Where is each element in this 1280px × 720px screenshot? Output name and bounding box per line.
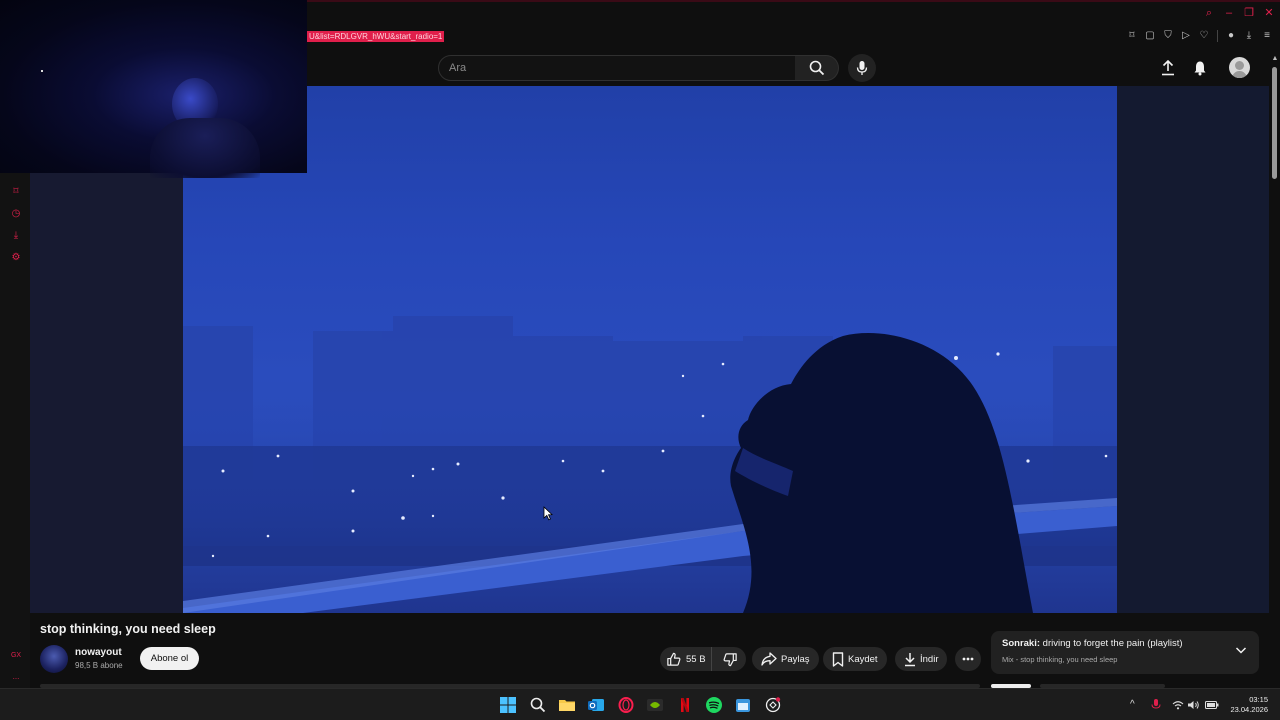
file-explorer-icon[interactable] bbox=[559, 697, 575, 713]
pin-icon[interactable]: ⌑ bbox=[10, 186, 22, 198]
ambient-right bbox=[1117, 86, 1269, 613]
divider bbox=[1217, 30, 1218, 42]
mic-icon bbox=[856, 61, 868, 75]
notifications-button[interactable] bbox=[1190, 58, 1210, 78]
play-icon[interactable]: ▷ bbox=[1181, 30, 1191, 42]
search-icon bbox=[809, 60, 824, 76]
volume-icon[interactable] bbox=[1188, 700, 1200, 710]
mic-icon[interactable] bbox=[1151, 699, 1161, 711]
bell-icon bbox=[1194, 61, 1206, 76]
taskbar: ^ 03:15 23.04.2026 bbox=[0, 688, 1280, 720]
download-icon[interactable]: ⤓ bbox=[10, 230, 22, 242]
next-up-line: Sonraki: driving to forget the pain (pla… bbox=[1002, 638, 1183, 649]
clock-time: 03:15 bbox=[1249, 695, 1268, 704]
opera-gx-icon[interactable] bbox=[618, 697, 634, 713]
chevron-up-icon[interactable]: ^ bbox=[1130, 699, 1135, 710]
menu-icon[interactable]: ≡ bbox=[1262, 30, 1272, 42]
like-dislike-group: 55 B bbox=[660, 647, 746, 671]
snapshot-icon[interactable]: ▢ bbox=[1145, 30, 1155, 42]
dislike-button[interactable] bbox=[716, 647, 746, 671]
webcam-overlay bbox=[0, 0, 307, 178]
url-selection[interactable]: U&list=RDLGVR_hWU&start_radio=1 bbox=[307, 31, 445, 42]
profile-icon[interactable]: ● bbox=[1226, 30, 1236, 42]
clock-date: 23.04.2026 bbox=[1230, 705, 1268, 714]
scroll-thumb[interactable] bbox=[1272, 67, 1277, 179]
next-up-subtitle: Mix - stop thinking, you need sleep bbox=[1002, 655, 1118, 664]
system-clock[interactable]: 03:15 23.04.2026 bbox=[1230, 695, 1268, 715]
nvidia-icon[interactable] bbox=[647, 697, 663, 713]
restore-icon[interactable]: ❐ bbox=[1244, 8, 1254, 19]
pin-icon[interactable]: ⌑ bbox=[1127, 30, 1137, 42]
search-input[interactable] bbox=[439, 56, 779, 80]
screen: ⌕ – ❐ ✕ U&list=RDLGVR_hWU&start_radio=1 … bbox=[0, 0, 1280, 720]
next-up-title[interactable]: driving to forget the pain (playlist) bbox=[1043, 638, 1183, 649]
netflix-icon[interactable] bbox=[677, 697, 693, 713]
search-icon[interactable] bbox=[530, 697, 546, 713]
next-up-panel[interactable]: Sonraki: driving to forget the pain (pla… bbox=[991, 631, 1259, 674]
wifi-icon[interactable] bbox=[1172, 700, 1184, 710]
clock-icon[interactable]: ◷ bbox=[10, 208, 22, 220]
close-icon[interactable]: ✕ bbox=[1264, 8, 1274, 19]
save-button[interactable]: Kaydet bbox=[823, 647, 887, 671]
avatar[interactable] bbox=[1229, 57, 1250, 78]
download-label: İndir bbox=[920, 653, 939, 665]
thumbs-up-icon bbox=[667, 652, 681, 666]
channel-avatar[interactable] bbox=[40, 645, 68, 673]
thumbs-down-icon bbox=[723, 652, 738, 666]
share-label: Paylaş bbox=[781, 653, 810, 665]
extension-bar: ⌑ ▢ ⛉ ▷ ♡ ● ⤓ ≡ bbox=[1127, 30, 1272, 42]
window-controls: ⌕ – ❐ ✕ bbox=[1204, 8, 1274, 19]
heart-icon[interactable]: ♡ bbox=[1199, 30, 1209, 42]
chatgpt-icon[interactable] bbox=[765, 697, 781, 713]
shield-icon[interactable]: ⛉ bbox=[1163, 30, 1173, 42]
download-icon bbox=[905, 652, 915, 666]
search-box bbox=[438, 55, 796, 81]
search-icon[interactable]: ⌕ bbox=[1204, 8, 1214, 19]
calendar-icon[interactable] bbox=[735, 697, 751, 713]
upload-button[interactable] bbox=[1158, 58, 1178, 78]
save-label: Kaydet bbox=[848, 653, 878, 665]
like-button[interactable]: 55 B bbox=[660, 647, 712, 671]
video-title: stop thinking, you need sleep bbox=[40, 622, 216, 636]
video-player[interactable] bbox=[183, 86, 1117, 613]
upload-icon bbox=[1162, 60, 1174, 76]
minimize-icon[interactable]: – bbox=[1224, 8, 1234, 19]
voice-search-button[interactable] bbox=[848, 54, 876, 82]
windows-start-icon[interactable] bbox=[500, 697, 516, 713]
video-frame bbox=[183, 316, 1117, 613]
outlook-icon[interactable] bbox=[588, 697, 604, 713]
subscribe-button[interactable]: Abone ol bbox=[140, 647, 199, 670]
mouse-cursor-icon bbox=[543, 506, 553, 521]
opera-gx-label[interactable]: GX bbox=[10, 650, 22, 662]
next-up-prefix: Sonraki: bbox=[1002, 638, 1041, 649]
share-button[interactable]: Paylaş bbox=[752, 647, 819, 671]
battery-icon[interactable] bbox=[1205, 700, 1219, 710]
page-scrollbar[interactable]: ▲ bbox=[1270, 55, 1280, 695]
settings-icon[interactable]: ⚙ bbox=[10, 252, 22, 264]
channel-name[interactable]: nowayout bbox=[75, 647, 122, 658]
search-button[interactable] bbox=[795, 55, 839, 81]
bookmark-icon bbox=[832, 651, 844, 667]
more-label[interactable]: ... bbox=[10, 671, 22, 683]
more-icon bbox=[962, 657, 974, 661]
more-actions-button[interactable] bbox=[955, 647, 981, 671]
download-button[interactable]: İndir bbox=[895, 647, 948, 671]
spotify-icon[interactable] bbox=[706, 697, 722, 713]
webcam-person-body bbox=[150, 118, 260, 178]
webcam-light bbox=[41, 70, 43, 72]
browser-sidebar: ⌑ ◷ ⤓ ⚙ GX ... bbox=[0, 173, 30, 688]
share-icon bbox=[761, 652, 777, 666]
like-count: 55 B bbox=[686, 653, 706, 665]
scroll-up-icon[interactable]: ▲ bbox=[1271, 55, 1279, 63]
download-icon[interactable]: ⤓ bbox=[1244, 30, 1254, 42]
chevron-down-icon[interactable] bbox=[1235, 645, 1247, 655]
subscriber-count: 98,5 B abone bbox=[75, 661, 123, 670]
